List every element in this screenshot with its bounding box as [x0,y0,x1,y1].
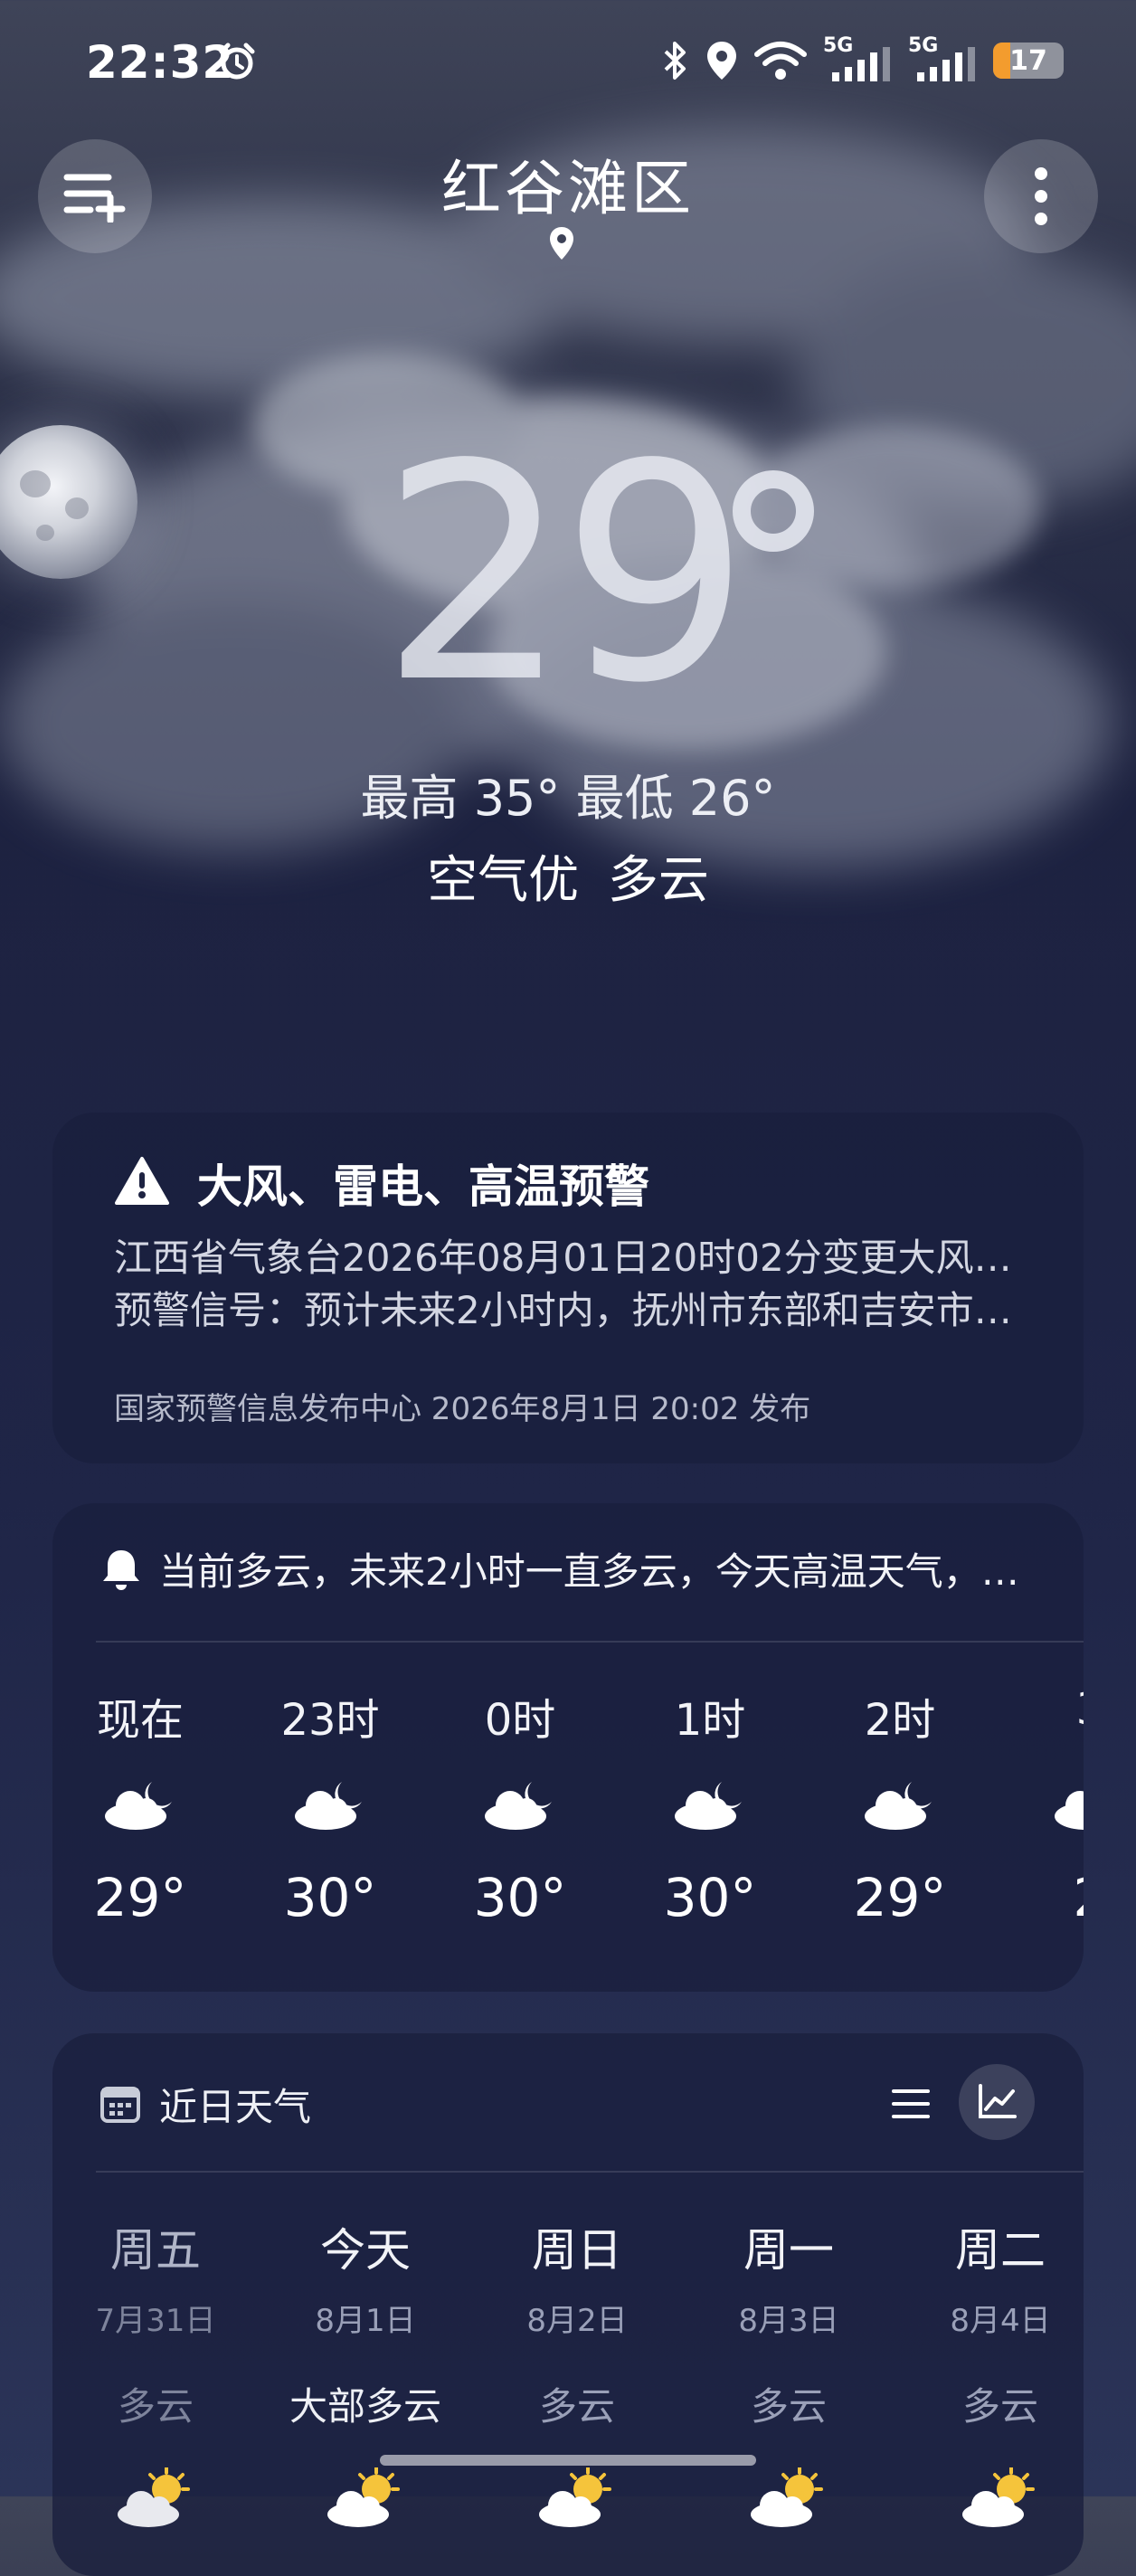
chart-view-button[interactable] [959,2064,1035,2140]
warning-source: 国家预警信息发布中心 2026年8月1日 20:02 发布 [114,1391,811,1427]
hour-temp: 30° [473,1867,567,1928]
day-date: 8月1日 [315,2303,416,2339]
partly-cloudy-icon [110,2466,201,2531]
signal-bars-icon [832,47,890,81]
warning-icon [115,1157,169,1205]
divider [96,1641,1084,1643]
warning-line-2: 预警信号：预计未来2小时内，抚州市东部和吉安市… [114,1288,1012,1332]
hour-item: 23时 30° [271,1684,389,1928]
more-options-button[interactable] [984,139,1098,253]
day-date: 8月3日 [738,2303,839,2339]
hour-temp: 2 [1031,1867,1084,1928]
battery-indicator: 17 [993,43,1064,79]
day-condition: 大部多云 [289,2384,441,2429]
day-item: 今天 8月1日 大部多云 [275,2214,456,2531]
cloudy-night-icon [99,1775,181,1833]
divider [96,2171,1084,2173]
hour-label: 1时 [674,1695,746,1746]
day-name: 周一 [743,2224,834,2277]
location-icon [707,42,736,80]
partly-cloudy-icon [320,2466,411,2531]
day-name: 今天 [320,2224,411,2277]
wifi-icon [754,42,807,80]
hour-item: 2时 29° [841,1684,959,1928]
calendar-icon [100,2087,140,2123]
forecast-summary: 当前多云，未来2小时一直多云，今天高温天气，下… [159,1549,1055,1594]
more-vertical-icon [1035,167,1047,225]
daily-forecast-title: 近日天气 [159,2085,312,2129]
hourly-forecast-card[interactable]: 当前多云，未来2小时一直多云，今天高温天气，下… 现在 29° 23时 30° … [52,1503,1084,1992]
warning-line-1: 江西省气象台2026年08月01日20时02分变更大风橙色 [114,1236,1037,1280]
day-condition: 多云 [961,2384,1038,2429]
hour-item: 现在 29° [81,1684,199,1928]
day-item: 周二 8月4日 多云 [910,2214,1084,2531]
hour-label: 现在 [96,1695,184,1746]
air-quality-condition: 空气优 多云 [427,851,709,910]
day-name: 周二 [955,2224,1046,2277]
day-condition: 多云 [750,2384,827,2429]
home-indicator[interactable] [380,2455,756,2466]
hour-temp: 29° [93,1867,187,1928]
hour-label: 23时 [280,1695,380,1746]
hour-item: 1时 30° [651,1684,769,1928]
signal-1: 5G [823,34,892,83]
status-time: 22:32 [86,36,235,89]
day-condition: 多云 [538,2384,615,2429]
cloudy-night-icon [859,1775,941,1833]
moon-image [0,425,137,579]
degree-symbol [733,470,814,552]
hour-label: 0时 [484,1695,556,1746]
partly-cloudy-icon [743,2466,834,2531]
bell-icon [103,1550,139,1590]
list-view-icon[interactable] [883,2077,937,2131]
partly-cloudy-icon [532,2466,622,2531]
hour-label: 2时 [864,1695,936,1746]
weather-warning-card[interactable]: 大风、雷电、高温预警 江西省气象台2026年08月01日20时02分变更大风橙色… [52,1113,1084,1463]
day-date: 7月31日 [95,2303,216,2339]
hour-item: 3 2 [1031,1684,1084,1928]
day-condition: 多云 [117,2384,194,2429]
status-bar: 22:32 5G 5G 17 [0,0,1136,127]
cloudy-night-icon [479,1775,561,1833]
partly-cloudy-icon [955,2466,1046,2531]
warning-description: 江西省气象台2026年08月01日20时02分变更大风橙色 预警信号：预计未来2… [114,1232,1037,1337]
hour-temp: 30° [283,1867,377,1928]
current-temperature: 29 [380,401,751,748]
alarm-icon [219,43,255,80]
hour-label: 3 [1031,1684,1084,1738]
hour-item: 0时 30° [461,1684,579,1928]
hour-temp: 30° [663,1867,757,1928]
bluetooth-icon [664,42,686,80]
daily-forecast-card[interactable]: 近日天气 周五 7月31日 多云 今天 8月1日 大部多云 周日 8月2日 多云… [52,2033,1084,2576]
day-date: 8月2日 [526,2303,628,2339]
cloudy-night-icon [289,1775,371,1833]
high-low-temperature: 最高 35° 最低 26° [360,770,776,827]
line-chart-icon [979,2084,1017,2118]
day-name: 周日 [532,2224,622,2277]
hour-temp: 29° [853,1867,947,1928]
day-name: 周五 [110,2224,201,2277]
day-item: 周日 8月2日 多云 [487,2214,667,2531]
signal-bars-icon [917,47,975,81]
city-name: 红谷滩区 [441,154,695,223]
cloudy-night-icon [1049,1775,1084,1833]
location-pin-icon [550,227,573,260]
signal-2: 5G [908,34,977,83]
day-item: 周一 8月3日 多云 [698,2214,879,2531]
cloudy-night-icon [669,1775,751,1833]
warning-title: 大风、雷电、高温预警 [197,1160,649,1213]
day-date: 8月4日 [950,2303,1051,2339]
day-item: 周五 7月31日 多云 [65,2214,246,2531]
